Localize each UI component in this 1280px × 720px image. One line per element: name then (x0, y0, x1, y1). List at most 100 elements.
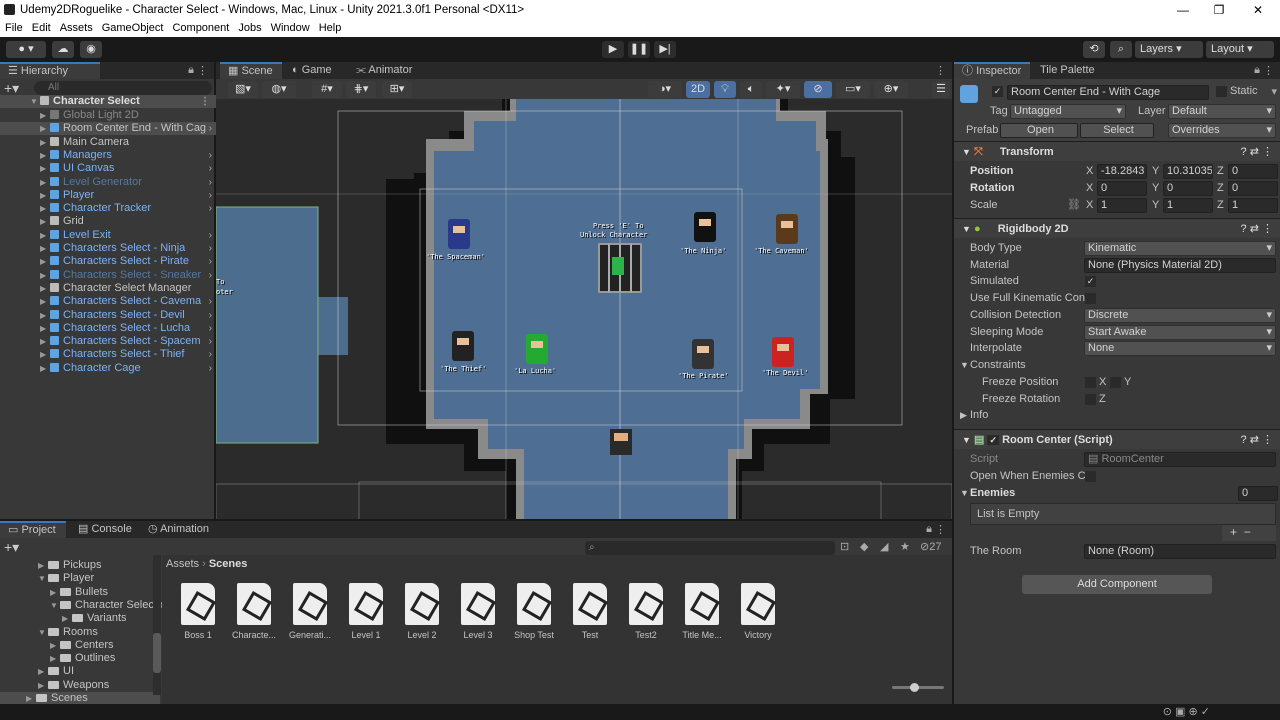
hierarchy-search-input[interactable]: All (34, 81, 212, 95)
project-folder[interactable]: ▼ Rooms (0, 626, 160, 639)
enemies-size-field[interactable]: 0 (1238, 486, 1278, 501)
prefab-open-chevron-icon[interactable]: › (209, 189, 212, 202)
folder-expand-icon[interactable]: ▶ (38, 665, 48, 678)
character-sprite[interactable] (694, 212, 716, 242)
character-sprite[interactable] (526, 334, 548, 364)
hierarchy-item[interactable]: ▶ Room Center End - With Cag › (0, 122, 216, 136)
expand-arrow-icon[interactable]: ▶ (40, 162, 50, 175)
prefab-overrides-dropdown[interactable]: Overrides (1168, 123, 1276, 138)
scene-root-row[interactable]: ▼ Character Select ⋮ (0, 95, 216, 108)
project-add-icon[interactable]: +▾ (4, 539, 19, 556)
character-sprite[interactable] (772, 337, 794, 367)
expand-arrow-icon[interactable]: ▶ (40, 295, 50, 308)
hierarchy-item[interactable]: ▶ Level Exit › (0, 229, 216, 242)
layout-dropdown[interactable]: Layout ▾ (1206, 41, 1274, 58)
menu-assets[interactable]: Assets (55, 20, 97, 34)
hierarchy-item[interactable]: ▶ Characters Select - Spacem › (0, 335, 216, 348)
gizmo-globe-icon[interactable]: ◍▾ (262, 81, 296, 98)
prefab-open-chevron-icon[interactable]: › (209, 322, 212, 335)
effects-icon[interactable]: ✦▾ (766, 81, 800, 98)
menu-edit[interactable]: Edit (27, 20, 55, 34)
hierarchy-item[interactable]: ▶ Character Tracker › (0, 202, 216, 215)
project-folder[interactable]: ▶ UI (0, 665, 160, 678)
scene-asset[interactable]: Shop Test (508, 583, 560, 640)
tab-scene[interactable]: ▦ Scene (220, 62, 282, 79)
hierarchy-item[interactable]: ▶ Characters Select - Pirate › (0, 255, 216, 268)
tab-console[interactable]: ▤ Console (70, 521, 140, 538)
grid-snap-icon[interactable]: #▾ (312, 81, 342, 98)
favorite-star-icon[interactable]: ★ (900, 540, 910, 553)
expand-arrow-icon[interactable]: ▶ (40, 229, 50, 242)
rigidbody-header[interactable]: ▼ ● Rigidbody 2D? ⇄ ⋮ (954, 218, 1280, 238)
expand-arrow-icon[interactable]: ▶ (40, 335, 50, 348)
prefab-open-chevron-icon[interactable]: › (209, 176, 212, 189)
lighting-icon[interactable]: 💡︎ (714, 81, 736, 98)
folder-expand-icon[interactable]: ▶ (62, 612, 72, 625)
project-folder[interactable]: ▶ Bullets (0, 586, 160, 599)
hierarchy-item[interactable]: ▶ Characters Select - Cavema › (0, 295, 216, 308)
hierarchy-item[interactable]: ▶ Characters Select - Sneaker › (0, 269, 216, 282)
scale-y-field[interactable]: 1 (1163, 198, 1213, 213)
filter-type-icon[interactable]: ⊡ (840, 540, 849, 553)
project-folder[interactable]: ▼ Player (0, 572, 160, 585)
rigidbody-dropdown[interactable]: Discrete (1084, 307, 1276, 323)
prefab-open-chevron-icon[interactable]: › (209, 335, 212, 348)
project-lock-icon[interactable]: 🔒︎ (926, 523, 932, 536)
add-component-button[interactable]: Add Component (1022, 575, 1212, 594)
minimize-button[interactable]: — (1165, 0, 1201, 20)
hierarchy-item[interactable]: ▶ Managers › (0, 149, 216, 162)
scene-asset[interactable]: Generati... (284, 583, 336, 640)
tab-project[interactable]: ▭ Project (0, 521, 66, 538)
rotation-x-field[interactable]: 0 (1097, 181, 1147, 196)
expand-arrow-icon[interactable]: ▶ (40, 242, 50, 255)
visibility-icon[interactable]: ⊘ (804, 81, 832, 98)
lock-icon[interactable]: 🔒︎ (188, 64, 194, 77)
object-name-field[interactable]: Room Center End - With Cage (1007, 85, 1209, 100)
hierarchy-item[interactable]: ▶ Characters Select - Ninja › (0, 242, 216, 255)
prefab-open-chevron-icon[interactable]: › (209, 269, 212, 282)
project-kebab-icon[interactable]: ⋮ (935, 523, 946, 536)
scene-kebab-icon[interactable]: ⋮ (935, 64, 946, 77)
play-icon[interactable]: ▶ (602, 41, 624, 58)
info-row[interactable]: ▶ Info (954, 407, 1280, 424)
expand-arrow-icon[interactable]: ▶ (40, 348, 50, 361)
menu-window[interactable]: Window (266, 20, 314, 34)
search-icon[interactable]: ⌕ (1110, 41, 1132, 58)
rotation-y-field[interactable]: 0 (1163, 181, 1213, 196)
expand-arrow-icon[interactable]: ▶ (40, 176, 50, 189)
prefab-open-chevron-icon[interactable]: › (209, 362, 212, 375)
folder-expand-icon[interactable]: ▼ (38, 626, 48, 639)
mode-2d-button[interactable]: 2D (686, 81, 710, 98)
menu-component[interactable]: Component (167, 20, 233, 34)
expand-arrow-icon[interactable]: ▶ (40, 149, 50, 162)
the-room-field[interactable]: None (Room) (1084, 544, 1276, 559)
tab-tile-palette[interactable]: Tile Palette (1032, 62, 1103, 79)
expand-arrow-icon[interactable]: ▶ (40, 282, 50, 295)
prefab-open-chevron-icon[interactable]: › (209, 229, 212, 242)
tab-inspector[interactable]: ⓘ Inspector (954, 62, 1030, 79)
folder-expand-icon[interactable]: ▼ (38, 572, 48, 585)
room-center-header[interactable]: ▼ ▤ ✓ Room Center (Script)? ⇄ ⋮ (954, 429, 1280, 449)
filter-label-icon[interactable]: ◆ (860, 540, 868, 553)
icon-size-slider[interactable] (892, 683, 944, 692)
prefab-open-chevron-icon[interactable]: › (209, 348, 212, 361)
kebab-icon[interactable]: ⋮ (197, 64, 208, 77)
hierarchy-item[interactable]: ▶ Player › (0, 189, 216, 202)
scale-z-field[interactable]: 1 (1228, 198, 1278, 213)
hierarchy-item[interactable]: ▶ Characters Select - Devil › (0, 309, 216, 322)
folder-expand-icon[interactable]: ▶ (38, 559, 48, 572)
step-icon[interactable]: ▶| (654, 41, 676, 58)
rigidbody-checkbox[interactable]: ✓ (1085, 276, 1096, 288)
history-icon[interactable]: ⟲ (1083, 41, 1105, 58)
scene-asset[interactable]: Title Me... (676, 583, 728, 640)
expand-arrow-icon[interactable]: ▶ (40, 109, 50, 122)
freeze-y-checkbox[interactable] (1110, 377, 1121, 388)
rigidbody-dropdown[interactable]: None (1084, 341, 1276, 357)
position-x-field[interactable]: -18.2843 (1097, 164, 1147, 179)
prefab-open-chevron-icon[interactable]: › (209, 242, 212, 255)
maximize-button[interactable]: ❐ (1201, 0, 1237, 20)
tab-animator[interactable]: ⫘ Animator (348, 62, 420, 79)
folder-expand-icon[interactable]: ▶ (50, 586, 60, 599)
prefab-open-chevron-icon[interactable]: › (209, 202, 212, 215)
draw-mode-icon[interactable]: ▧▾ (228, 81, 258, 98)
